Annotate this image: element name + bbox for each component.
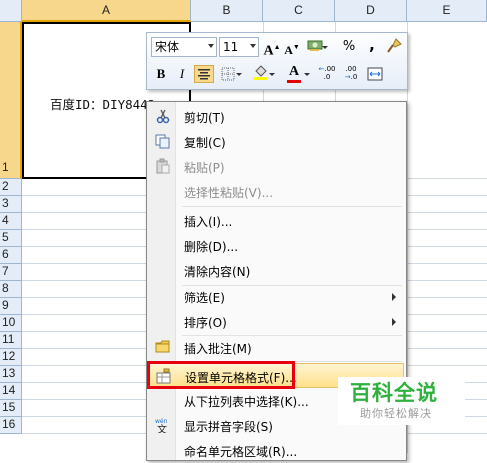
phonetic-icon: wén 文 [155, 418, 168, 433]
cell-a1-text: 百度ID：DIY8442 [50, 97, 156, 112]
chevron-down-icon [208, 44, 214, 48]
comment-icon [155, 340, 170, 353]
accounting-format-button[interactable] [307, 38, 328, 56]
mini-toolbar: 宋体 11 A▲ A▼ % , B I A ←.00 .0 .00 →.0 [146, 32, 408, 90]
menu-item-insert[interactable]: 插入(I)... [149, 208, 404, 233]
row-header-10[interactable]: 10 [0, 315, 22, 332]
column-header-a[interactable]: A [22, 0, 191, 22]
menu-item-define-name[interactable]: 命名单元格区域(R)... [149, 438, 404, 463]
watermark-subtitle: 助你轻松解决 [360, 407, 432, 420]
highlight-annotation-box [147, 361, 295, 389]
chevron-down-icon [250, 44, 256, 48]
font-size-combo[interactable]: 11 [219, 37, 259, 57]
decrease-decimal-button[interactable]: .00 →.0 [342, 65, 360, 83]
comma-style-button[interactable]: , [363, 36, 381, 54]
column-header-e[interactable]: E [407, 0, 487, 22]
row-header-6[interactable]: 6 [0, 247, 22, 264]
row-header-5[interactable]: 5 [0, 230, 22, 247]
row-header-11[interactable]: 11 [0, 332, 22, 349]
menu-item-delete[interactable]: 删除(D)... [149, 233, 404, 258]
row-header-15[interactable]: 15 [0, 400, 22, 417]
copy-icon [155, 134, 170, 149]
row-header-3[interactable]: 3 [0, 196, 22, 213]
bold-button[interactable]: B [152, 65, 170, 83]
format-painter-icon [387, 38, 402, 53]
menu-item-copy[interactable]: 复制(C) [149, 129, 404, 154]
merge-center-button[interactable] [366, 65, 384, 83]
font-name-combo[interactable]: 宋体 [151, 37, 217, 57]
increase-decimal-button[interactable]: ←.00.0 [318, 65, 336, 83]
shrink-font-button[interactable]: A▼ [283, 38, 301, 57]
watermark-title: 百科全说 [350, 381, 438, 405]
font-name-value: 宋体 [155, 40, 180, 54]
menu-item-cut[interactable]: 剪切(T) [149, 104, 404, 129]
scissors-icon [156, 109, 170, 124]
center-align-button[interactable] [194, 65, 214, 83]
menu-item-paste-special[interactable]: 选择性粘贴(V)... [149, 179, 404, 204]
menu-item-filter[interactable]: 筛选(E) [149, 284, 404, 309]
font-color-swatch [287, 80, 301, 83]
row-header-4[interactable]: 4 [0, 213, 22, 230]
align-center-icon [198, 69, 210, 80]
row-header-2[interactable]: 2 [0, 179, 22, 196]
svg-text:wén: wén [155, 418, 168, 425]
row-header-13[interactable]: 13 [0, 366, 22, 383]
menu-separator [182, 206, 402, 207]
watermark-logo: 百科全说 助你轻松解决 [338, 377, 465, 425]
fill-color-button[interactable] [251, 65, 275, 83]
merge-cells-icon [367, 67, 383, 81]
row-header-16[interactable]: 16 [0, 417, 22, 434]
chevron-right-icon [392, 293, 396, 301]
font-size-value: 11 [223, 40, 239, 54]
row-header-12[interactable]: 12 [0, 349, 22, 366]
chevron-right-icon [392, 318, 396, 326]
grow-font-button[interactable]: A▲ [263, 38, 281, 59]
menu-item-sort[interactable]: 排序(O) [149, 309, 404, 334]
percent-button[interactable]: % [340, 38, 358, 56]
menu-item-insert-comment[interactable]: 插入批注(M) [149, 335, 404, 360]
borders-icon [221, 67, 235, 81]
column-header-b[interactable]: B [191, 0, 263, 22]
row-header-7[interactable]: 7 [0, 264, 22, 281]
menu-item-paste[interactable]: 粘贴(P) [149, 154, 404, 179]
select-all-corner[interactable] [0, 0, 22, 22]
paint-bucket-icon [253, 65, 267, 80]
menu-item-clear-contents[interactable]: 清除内容(N) [149, 258, 404, 283]
italic-button[interactable]: I [173, 65, 191, 83]
format-painter-button[interactable] [385, 38, 403, 56]
borders-button[interactable] [219, 65, 242, 83]
paste-icon [156, 158, 170, 174]
row-header-9[interactable]: 9 [0, 298, 22, 315]
row-header-1[interactable]: 1 [0, 22, 22, 179]
font-color-button[interactable]: A [285, 63, 310, 83]
row-header-8[interactable]: 8 [0, 281, 22, 298]
column-header-d[interactable]: D [335, 0, 407, 22]
svg-text:文: 文 [157, 423, 167, 433]
column-header-c[interactable]: C [263, 0, 335, 22]
row-header-14[interactable]: 14 [0, 383, 22, 400]
